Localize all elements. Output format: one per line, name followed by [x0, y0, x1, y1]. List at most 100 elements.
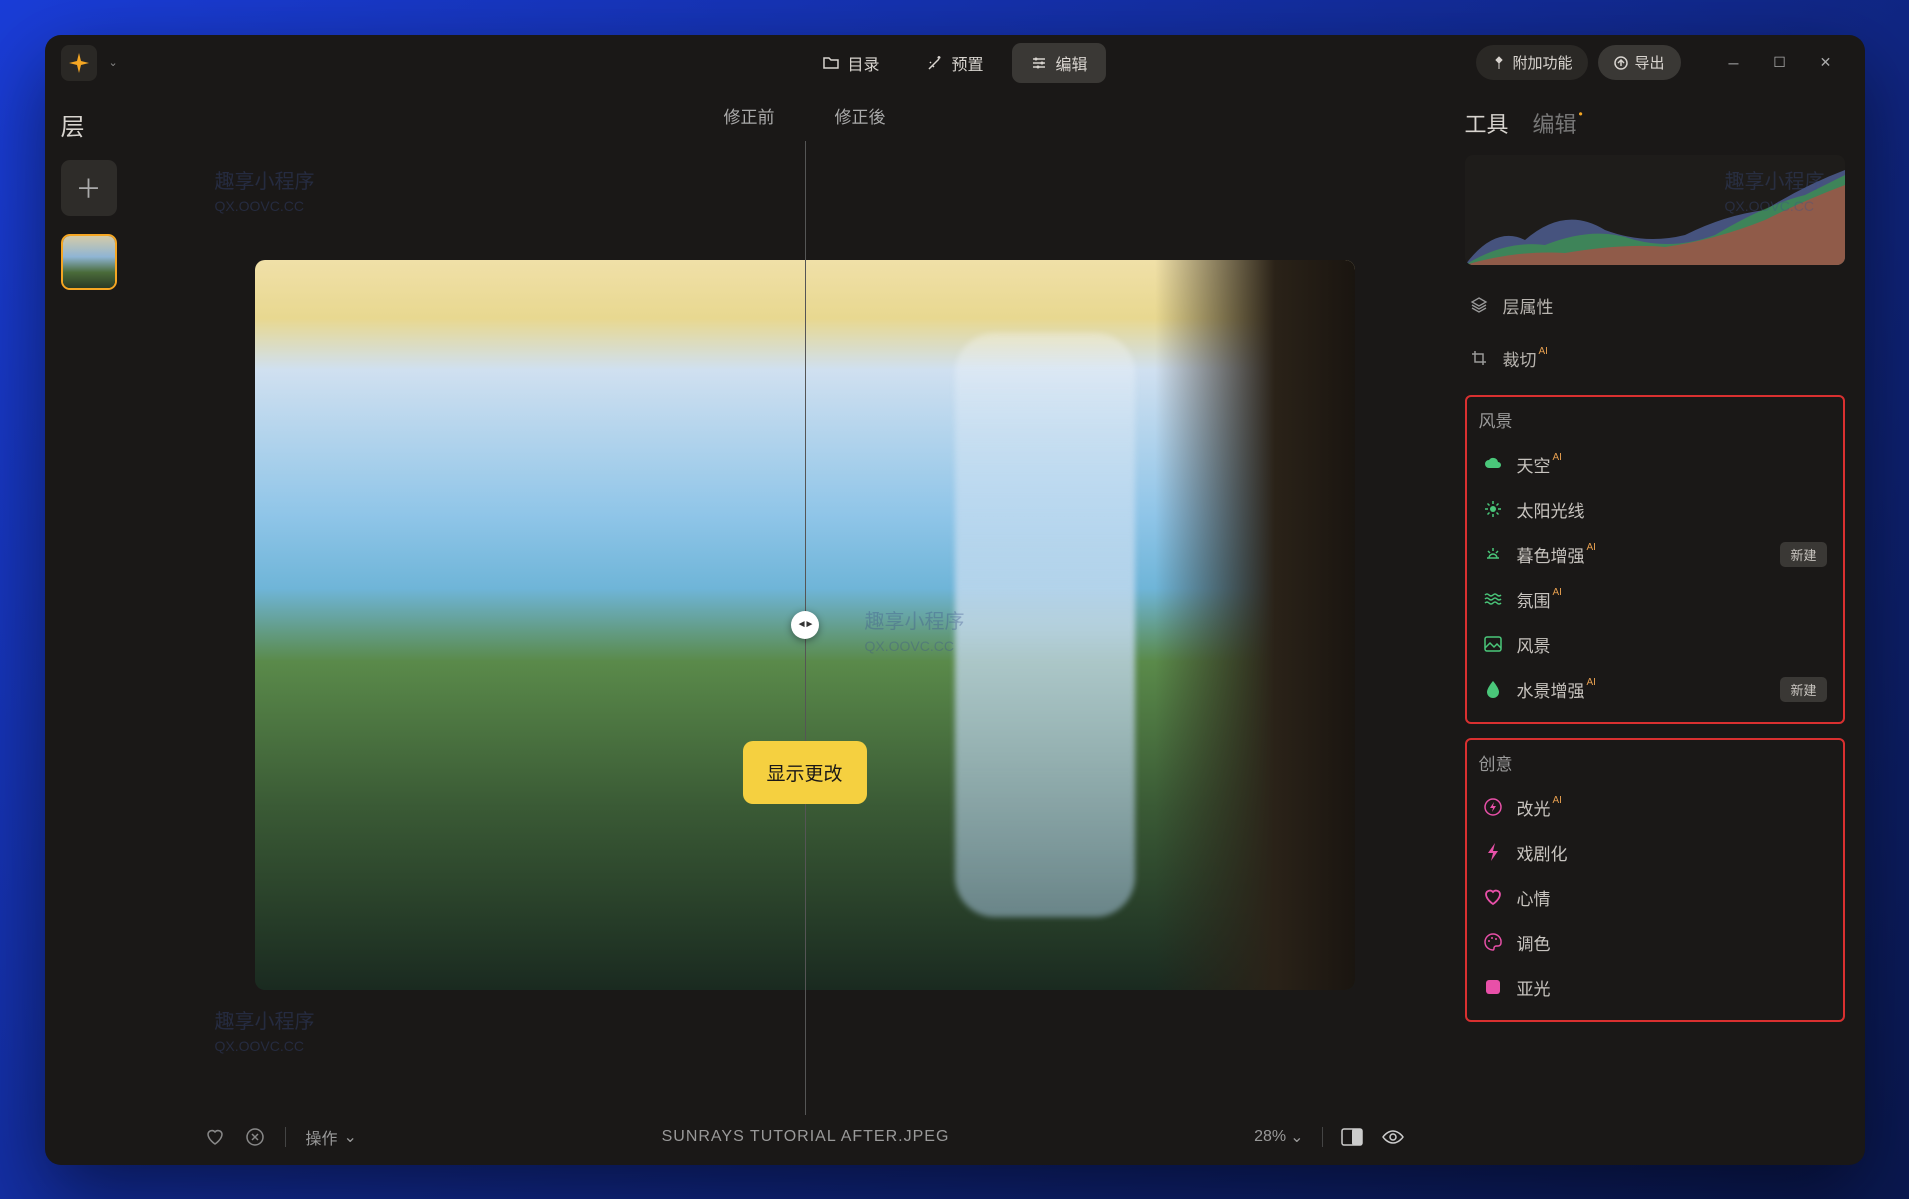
plus-diamond-icon — [1492, 56, 1506, 70]
presets-button[interactable]: 预置 — [907, 43, 1001, 83]
bottom-right: 28% ⌄ — [1254, 1127, 1404, 1147]
sunset-icon — [1483, 544, 1503, 564]
sunrays-tool[interactable]: 太阳光线 — [1479, 487, 1831, 532]
action-menu[interactable]: 操作 ⌄ — [306, 1125, 357, 1149]
sunrays-label: 太阳光线 — [1517, 497, 1585, 522]
extras-button[interactable]: 附加功能 — [1476, 45, 1588, 80]
crop-tool[interactable]: 裁切AI — [1465, 336, 1845, 381]
sparkle-icon — [69, 53, 89, 73]
favorite-icon[interactable] — [205, 1127, 225, 1147]
bolt-icon — [1483, 842, 1503, 862]
sliders-icon — [1030, 54, 1048, 72]
divider — [285, 1127, 286, 1147]
before-label: 修正前 — [724, 103, 775, 128]
layer-props-label: 层属性 — [1503, 293, 1554, 318]
sun-icon — [1483, 499, 1503, 519]
water-tool[interactable]: 水景增强AI 新建 — [1479, 667, 1831, 712]
titlebar-center: 目录 预置 编辑 — [803, 43, 1105, 83]
chevron-down-icon: ⌄ — [344, 1127, 357, 1147]
preview-icon[interactable] — [1381, 1128, 1405, 1146]
right-tabs: 工具 编辑• — [1465, 107, 1845, 139]
compare-labels: 修正前 修正後 — [165, 91, 1445, 141]
reject-icon[interactable] — [245, 1127, 265, 1147]
compare-view-icon[interactable] — [1341, 1128, 1363, 1146]
after-label: 修正後 — [835, 103, 886, 128]
tab-edit[interactable]: 编辑• — [1533, 107, 1583, 139]
bottom-bar: 操作 ⌄ SUNRAYS TUTORIAL AFTER.JPEG 28% ⌄ — [165, 1109, 1445, 1165]
matte-label: 亚光 — [1517, 975, 1551, 1000]
edit-label: 编辑 — [1056, 51, 1088, 75]
mood-tool[interactable]: 心情 — [1479, 875, 1831, 920]
histogram-graphic — [1465, 155, 1845, 265]
compare-slider-handle[interactable] — [791, 611, 819, 639]
action-label: 操作 — [306, 1125, 338, 1149]
creative-header: 创意 — [1479, 750, 1831, 775]
image-icon — [1483, 634, 1503, 654]
catalog-label: 目录 — [847, 51, 879, 75]
filename: SUNRAYS TUTORIAL AFTER.JPEG — [373, 1128, 1238, 1146]
toning-tool[interactable]: 调色 — [1479, 920, 1831, 965]
sky-label: 天空AI — [1517, 452, 1562, 477]
atmosphere-tool[interactable]: 氛围AI — [1479, 577, 1831, 622]
crop-icon — [1469, 348, 1489, 368]
tab-tools[interactable]: 工具 — [1465, 107, 1509, 139]
flash-icon — [1483, 797, 1503, 817]
dramatic-label: 戏剧化 — [1517, 840, 1568, 865]
cave-graphic — [1155, 260, 1355, 990]
crop-label: 裁切AI — [1503, 346, 1548, 371]
atmosphere-label: 氛围AI — [1517, 587, 1562, 612]
app-window: ⌄ 目录 预置 编辑 附加功能 导出 — [45, 35, 1865, 1165]
titlebar: ⌄ 目录 预置 编辑 附加功能 导出 — [45, 35, 1865, 91]
landscape-header: 风景 — [1479, 407, 1831, 432]
chevron-down-icon[interactable]: ⌄ — [109, 56, 118, 69]
relight-tool[interactable]: 改光AI — [1479, 785, 1831, 830]
scenery-tool[interactable]: 风景 — [1479, 622, 1831, 667]
export-icon — [1614, 56, 1628, 70]
minimize-button[interactable]: ─ — [1711, 45, 1757, 81]
maximize-button[interactable]: ☐ — [1757, 45, 1803, 81]
matte-tool[interactable]: 亚光 — [1479, 965, 1831, 1010]
add-layer-button[interactable]: ＋ — [61, 160, 117, 216]
app-body: 层 ＋ 修正前 修正後 显示更改 — [45, 91, 1865, 1165]
toning-label: 调色 — [1517, 930, 1551, 955]
water-label: 水景增强AI — [1517, 677, 1596, 702]
layers-icon — [1469, 295, 1489, 315]
sky-tool[interactable]: 天空AI — [1479, 442, 1831, 487]
bottom-left: 操作 ⌄ — [205, 1125, 357, 1149]
new-badge: 新建 — [1780, 677, 1826, 702]
palette-icon — [1483, 932, 1503, 952]
edit-button[interactable]: 编辑 — [1012, 43, 1106, 83]
divider — [1322, 1127, 1323, 1147]
presets-label: 预置 — [951, 51, 983, 75]
app-logo[interactable] — [61, 45, 97, 81]
relight-label: 改光AI — [1517, 795, 1562, 820]
catalog-button[interactable]: 目录 — [803, 43, 897, 83]
square-icon — [1483, 977, 1503, 997]
zoom-control[interactable]: 28% ⌄ — [1254, 1127, 1303, 1147]
layer-properties-tool[interactable]: 层属性 — [1465, 283, 1845, 328]
histogram[interactable] — [1465, 155, 1845, 265]
mood-label: 心情 — [1517, 885, 1551, 910]
layer-thumbnail[interactable] — [61, 234, 117, 290]
chevron-down-icon: ⌄ — [1290, 1127, 1303, 1147]
close-button[interactable]: ✕ — [1803, 45, 1849, 81]
new-badge: 新建 — [1780, 542, 1826, 567]
layers-panel: 层 ＋ — [45, 91, 165, 1165]
export-label: 导出 — [1634, 52, 1664, 73]
zoom-value: 28% — [1254, 1128, 1286, 1146]
titlebar-left: ⌄ — [61, 45, 118, 81]
twilight-tool[interactable]: 暮色增强AI 新建 — [1479, 532, 1831, 577]
cloud-icon — [1483, 454, 1503, 474]
layer-thumb-image — [63, 236, 115, 288]
waves-icon — [1483, 589, 1503, 609]
waterfall-graphic — [955, 333, 1135, 917]
window-controls: ─ ☐ ✕ — [1711, 45, 1849, 81]
show-changes-button[interactable]: 显示更改 — [742, 741, 866, 804]
twilight-label: 暮色增强AI — [1517, 542, 1596, 567]
dramatic-tool[interactable]: 戏剧化 — [1479, 830, 1831, 875]
scenery-label: 风景 — [1517, 632, 1551, 657]
tools-panel: 工具 编辑• 层属性 裁切AI 风景 — [1445, 91, 1865, 1165]
heart-icon — [1483, 887, 1503, 907]
extras-label: 附加功能 — [1512, 52, 1572, 73]
export-button[interactable]: 导出 — [1598, 45, 1680, 80]
